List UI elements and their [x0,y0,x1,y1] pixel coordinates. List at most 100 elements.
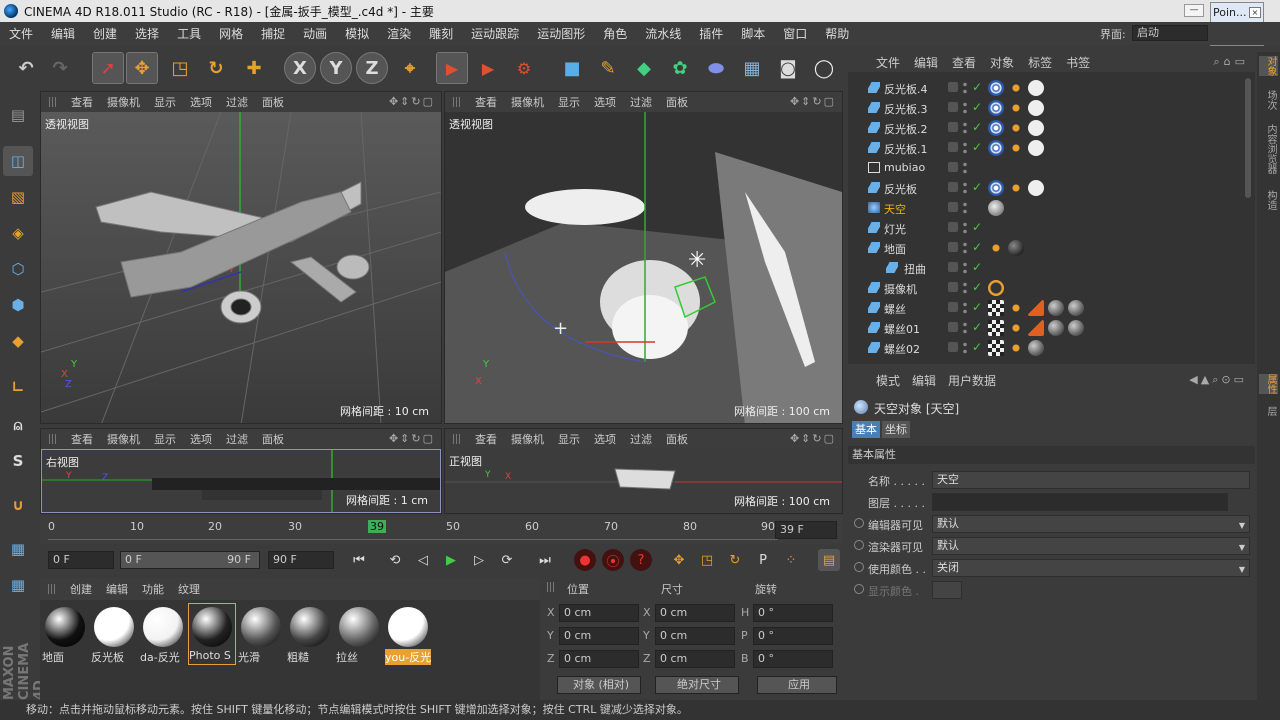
autokey-icon[interactable]: ⦿ [602,549,624,571]
viewport-canvas[interactable]: 右视图 Y Z 网格间距 : 1 cm [41,449,441,513]
enabled-check-icon[interactable]: ✓ [972,100,982,114]
menu-item[interactable]: 创建 [84,25,126,42]
object-row[interactable]: 螺丝 ✓ [848,298,1243,318]
apply-button[interactable]: 应用 [757,676,837,694]
enabled-check-icon[interactable]: ✓ [972,280,982,294]
visibility-dots-icon[interactable] [962,341,968,355]
animate-radio-icon[interactable] [854,518,864,528]
tag-orange-icon[interactable] [1008,180,1024,196]
object-menu-item[interactable]: 标签 [1028,54,1052,71]
current-frame-field[interactable]: 39 F [775,521,837,539]
rot-axis-field[interactable]: 0 ° [753,627,833,645]
visibility-dots-icon[interactable] [962,281,968,295]
key-position-icon[interactable]: ✥ [668,549,690,571]
cube-icon[interactable]: ■ [556,52,588,84]
material-swatch[interactable]: 反光板 [91,604,137,664]
object-row[interactable]: 扭曲 ✓ [848,258,1243,278]
menu-item[interactable]: 插件 [690,25,732,42]
right-tab[interactable]: 属性 [1259,374,1278,394]
subdivision-icon[interactable]: ◆ [628,52,660,84]
make-editable-icon[interactable]: ▤ [3,100,33,130]
light-icon[interactable]: ◯ [808,52,840,84]
points-mode-icon[interactable]: ⬡ [3,254,33,284]
attr-menu-edit[interactable]: 编辑 [912,372,936,389]
attribute-field[interactable]: 默认 ▼ [932,537,1250,555]
menu-item[interactable]: 选择 [126,25,168,42]
menu-panel[interactable]: 面板 [666,94,688,110]
animate-radio-icon[interactable] [854,584,864,594]
layer-icon[interactable] [948,282,958,292]
edges-mode-icon[interactable]: ⬢ [3,290,33,320]
object-name[interactable]: 扭曲 [904,261,926,277]
mat-menu-create[interactable]: 创建 [70,581,92,597]
tag-orange-icon[interactable] [988,240,1004,256]
material-swatch[interactable]: 拉丝 [336,604,382,664]
menu-item[interactable]: 渲染 [378,25,420,42]
menu-camera[interactable]: 摄像机 [107,94,140,110]
viewport-nav-icons[interactable]: ✥⇕↻▢ [790,95,836,108]
z-axis-icon[interactable]: Z [356,52,388,84]
enabled-check-icon[interactable]: ✓ [972,220,982,234]
tag-tri-icon[interactable] [1028,300,1044,316]
next-frame-icon[interactable]: ▷ [468,549,490,571]
object-row[interactable]: 螺丝01 ✓ [848,318,1243,338]
menu-display[interactable]: 显示 [154,94,176,110]
tag-orange-icon[interactable] [1008,140,1024,156]
menu-filter[interactable]: 过滤 [630,94,652,110]
attr-menu-mode[interactable]: 模式 [876,372,900,389]
right-tab[interactable]: 构造 [1259,190,1278,210]
object-name[interactable]: 天空 [884,201,906,217]
play-icon[interactable]: ▶ [440,549,462,571]
select-tool-icon[interactable]: ➚ [92,52,124,84]
menu-filter[interactable]: 过滤 [630,431,652,447]
tag-white-icon[interactable] [1028,140,1044,156]
enabled-check-icon[interactable]: ✓ [972,260,982,274]
enabled-check-icon[interactable]: ✓ [972,320,982,334]
key-pla-icon[interactable]: ⁘ [780,549,802,571]
menu-item[interactable]: 动画 [294,25,336,42]
layer-icon[interactable] [948,222,958,232]
viewport-perspective-right[interactable]: 查看 摄像机 显示 选项 过滤 面板 ✥⇕↻▢ 透视视图 ✳ + Y X 网格间… [444,91,843,424]
menu-panel[interactable]: 面板 [666,431,688,447]
record-icon[interactable]: ● [574,549,596,571]
viewport-canvas[interactable]: 正视图 Y X 网格间距 : 100 cm [445,449,842,513]
attribute-field[interactable]: 关闭 ▼ [932,559,1250,577]
rot-axis-field[interactable]: 0 ° [753,604,833,622]
coord-axis-field[interactable]: 0 cm [559,604,639,622]
right-tab[interactable]: 对象 [1259,56,1278,76]
menu-item[interactable]: 帮助 [816,25,858,42]
key-parameter-icon[interactable]: P [752,549,774,571]
enabled-check-icon[interactable]: ✓ [972,300,982,314]
timeline[interactable]: 0 10 20 30 39 50 60 70 80 90 39 F [40,516,843,544]
menu-item[interactable]: 运动图形 [528,25,594,42]
tag-gray-icon[interactable] [1048,300,1064,316]
layer-icon[interactable] [948,302,958,312]
material-swatch[interactable]: 粗糙 [287,604,333,664]
layer-icon[interactable] [948,122,958,132]
y-axis-icon[interactable]: Y [320,52,352,84]
object-manager-search-icon[interactable]: ⌕⌂▭ [1213,55,1249,69]
keyframe-selection-icon[interactable]: ? [630,549,652,571]
tag-sky-icon[interactable] [988,200,1004,216]
tag-ban-icon[interactable] [988,280,1004,296]
object-row[interactable]: 反光板.4 ✓ [848,78,1243,98]
mat-menu-edit[interactable]: 编辑 [106,581,128,597]
menu-item[interactable]: 角色 [594,25,636,42]
visibility-dots-icon[interactable] [962,201,968,215]
object-name[interactable]: 地面 [884,241,906,257]
mat-menu-function[interactable]: 功能 [142,581,164,597]
layer-icon[interactable] [948,262,958,272]
object-name[interactable]: 摄像机 [884,281,917,297]
cloner-icon[interactable]: ✿ [664,52,696,84]
world-coord-icon[interactable]: ⌖ [394,52,426,84]
menu-item[interactable]: 捕捉 [252,25,294,42]
tag-gray-icon[interactable] [1068,300,1084,316]
material-swatch[interactable]: 地面 [42,604,88,664]
move-tool-icon[interactable]: ✥ [126,52,158,84]
key-scale-icon[interactable]: ◳ [696,549,718,571]
go-to-start-icon[interactable]: ⏮ [348,549,370,571]
render-view-icon[interactable]: ▶ [436,52,468,84]
chevron-down-icon[interactable]: ▼ [1239,518,1245,534]
enabled-check-icon[interactable]: ✓ [972,120,982,134]
menu-item[interactable]: 工具 [168,25,210,42]
